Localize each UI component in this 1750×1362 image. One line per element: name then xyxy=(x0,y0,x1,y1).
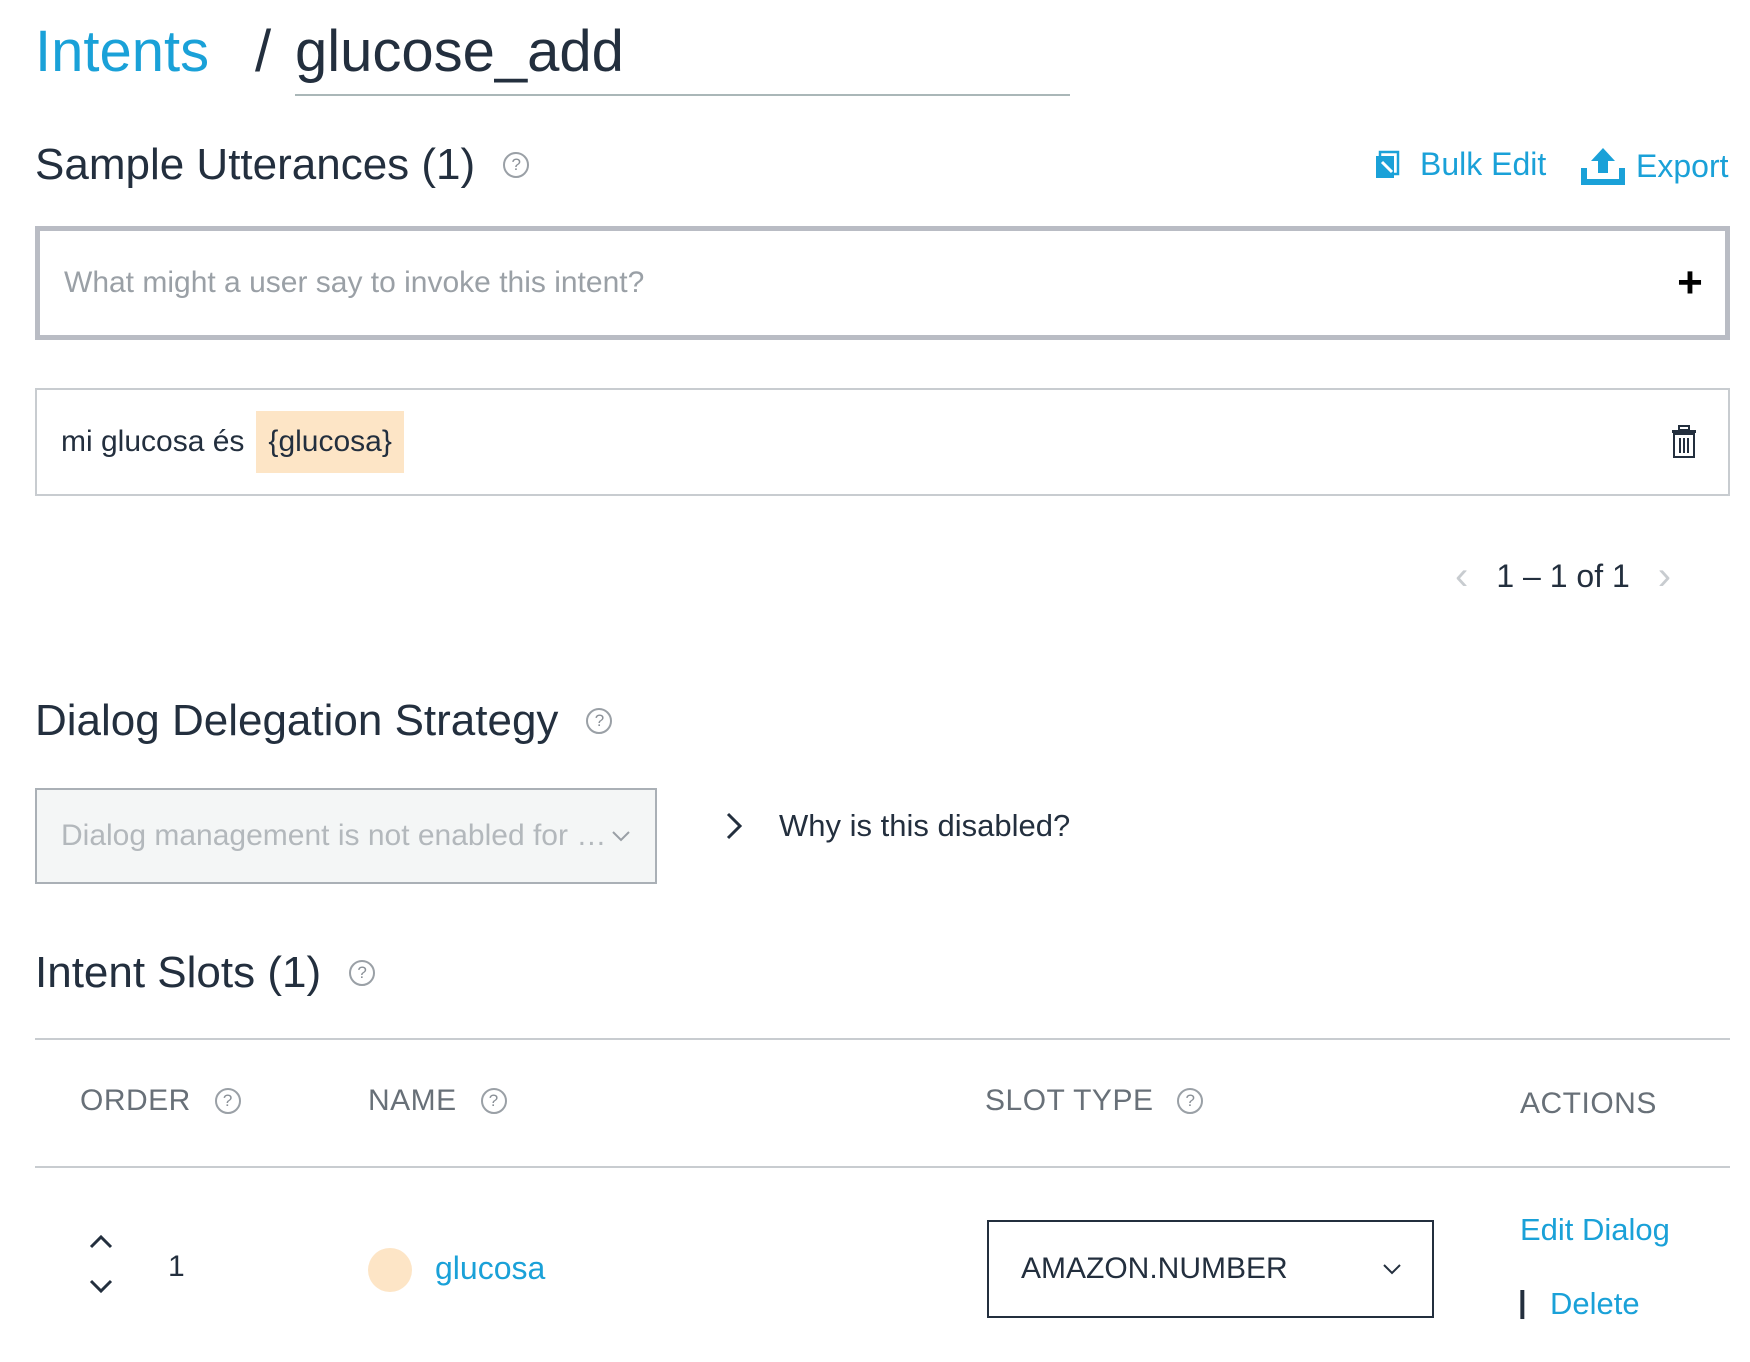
chevron-down-icon[interactable] xyxy=(88,1278,114,1294)
dialog-delegation-title: Dialog Delegation Strategy xyxy=(35,696,559,745)
slot-type-value: AMAZON.NUMBER xyxy=(1021,1252,1288,1285)
intent-slots-title: Intent Slots (1) xyxy=(35,948,322,997)
dialog-delegation-heading: Dialog Delegation Strategy ? xyxy=(35,696,613,746)
column-header-name: NAME ? xyxy=(368,1084,507,1118)
chevron-down-icon xyxy=(1383,1264,1401,1275)
delete-slot-link[interactable]: Delete xyxy=(1550,1286,1640,1322)
bulk-edit-label: Bulk Edit xyxy=(1420,146,1547,182)
column-header-actions-label: ACTIONS xyxy=(1520,1087,1657,1120)
help-icon[interactable]: ? xyxy=(214,1088,241,1114)
help-icon[interactable]: ? xyxy=(1177,1088,1204,1114)
utterance-text: mi glucosa és xyxy=(61,425,245,458)
trash-icon[interactable] xyxy=(1670,425,1698,459)
chevron-right-icon xyxy=(726,812,743,840)
bulk-edit-icon xyxy=(1376,150,1400,178)
slot-type-select[interactable]: AMAZON.NUMBER xyxy=(987,1220,1434,1318)
breadcrumb-separator: / xyxy=(255,19,272,84)
bulk-edit-button[interactable]: Bulk Edit xyxy=(1372,146,1546,183)
column-header-actions: ACTIONS xyxy=(1520,1087,1657,1121)
chevron-left-icon[interactable]: ‹ xyxy=(1455,554,1468,599)
slot-name-link[interactable]: glucosa xyxy=(435,1250,545,1287)
sample-utterances-title: Sample Utterances (1) xyxy=(35,140,476,189)
column-header-slot-type-label: SLOT TYPE xyxy=(985,1084,1154,1117)
sample-utterances-heading: Sample Utterances (1) ? xyxy=(35,140,530,190)
column-header-order: ORDER ? xyxy=(80,1084,241,1118)
intent-name-field[interactable]: glucose_add xyxy=(295,18,1070,96)
chevron-right-icon[interactable]: › xyxy=(1658,554,1671,599)
column-header-slot-type: SLOT TYPE ? xyxy=(985,1084,1204,1118)
edit-dialog-link[interactable]: Edit Dialog xyxy=(1520,1212,1670,1248)
breadcrumb-intents-link[interactable]: Intents xyxy=(35,18,209,85)
add-utterance-button[interactable]: + xyxy=(1655,258,1725,308)
utterance-input-container: + xyxy=(35,226,1730,340)
slot-color-dot xyxy=(368,1248,412,1292)
utterance-input[interactable] xyxy=(40,265,1655,301)
slot-order-value: 1 xyxy=(168,1250,185,1283)
pagination-range: 1 – 1 of 1 xyxy=(1496,558,1630,594)
help-icon[interactable]: ? xyxy=(503,152,530,178)
export-label: Export xyxy=(1636,147,1729,184)
utterance-list-item[interactable]: mi glucosa és {glucosa} xyxy=(35,388,1730,496)
table-divider-top xyxy=(35,1038,1730,1040)
dialog-delegation-select: Dialog management is not enabled for thi… xyxy=(35,788,657,884)
why-disabled-label: Why is this disabled? xyxy=(779,808,1071,843)
column-header-name-label: NAME xyxy=(368,1084,457,1117)
intent-name-text: glucose_add xyxy=(295,19,624,84)
column-header-order-label: ORDER xyxy=(80,1084,191,1117)
upload-icon xyxy=(1581,148,1625,185)
utterances-pagination: ‹ 1 – 1 of 1 › xyxy=(1455,554,1671,599)
chevron-up-icon[interactable] xyxy=(88,1234,114,1250)
why-disabled-toggle[interactable]: Why is this disabled? xyxy=(725,808,1070,844)
chevron-down-icon xyxy=(612,831,630,842)
intent-slots-heading: Intent Slots (1) ? xyxy=(35,948,376,998)
help-icon[interactable]: ? xyxy=(586,708,613,734)
utterance-slot-chip[interactable]: {glucosa} xyxy=(256,411,404,473)
export-button[interactable]: Export xyxy=(1580,144,1728,188)
table-divider-header xyxy=(35,1166,1730,1168)
help-icon[interactable]: ? xyxy=(480,1088,507,1114)
dialog-delegation-value: Dialog management is not enabled for thi… xyxy=(61,819,611,852)
help-icon[interactable]: ? xyxy=(349,960,376,986)
actions-separator: | xyxy=(1518,1284,1527,1319)
